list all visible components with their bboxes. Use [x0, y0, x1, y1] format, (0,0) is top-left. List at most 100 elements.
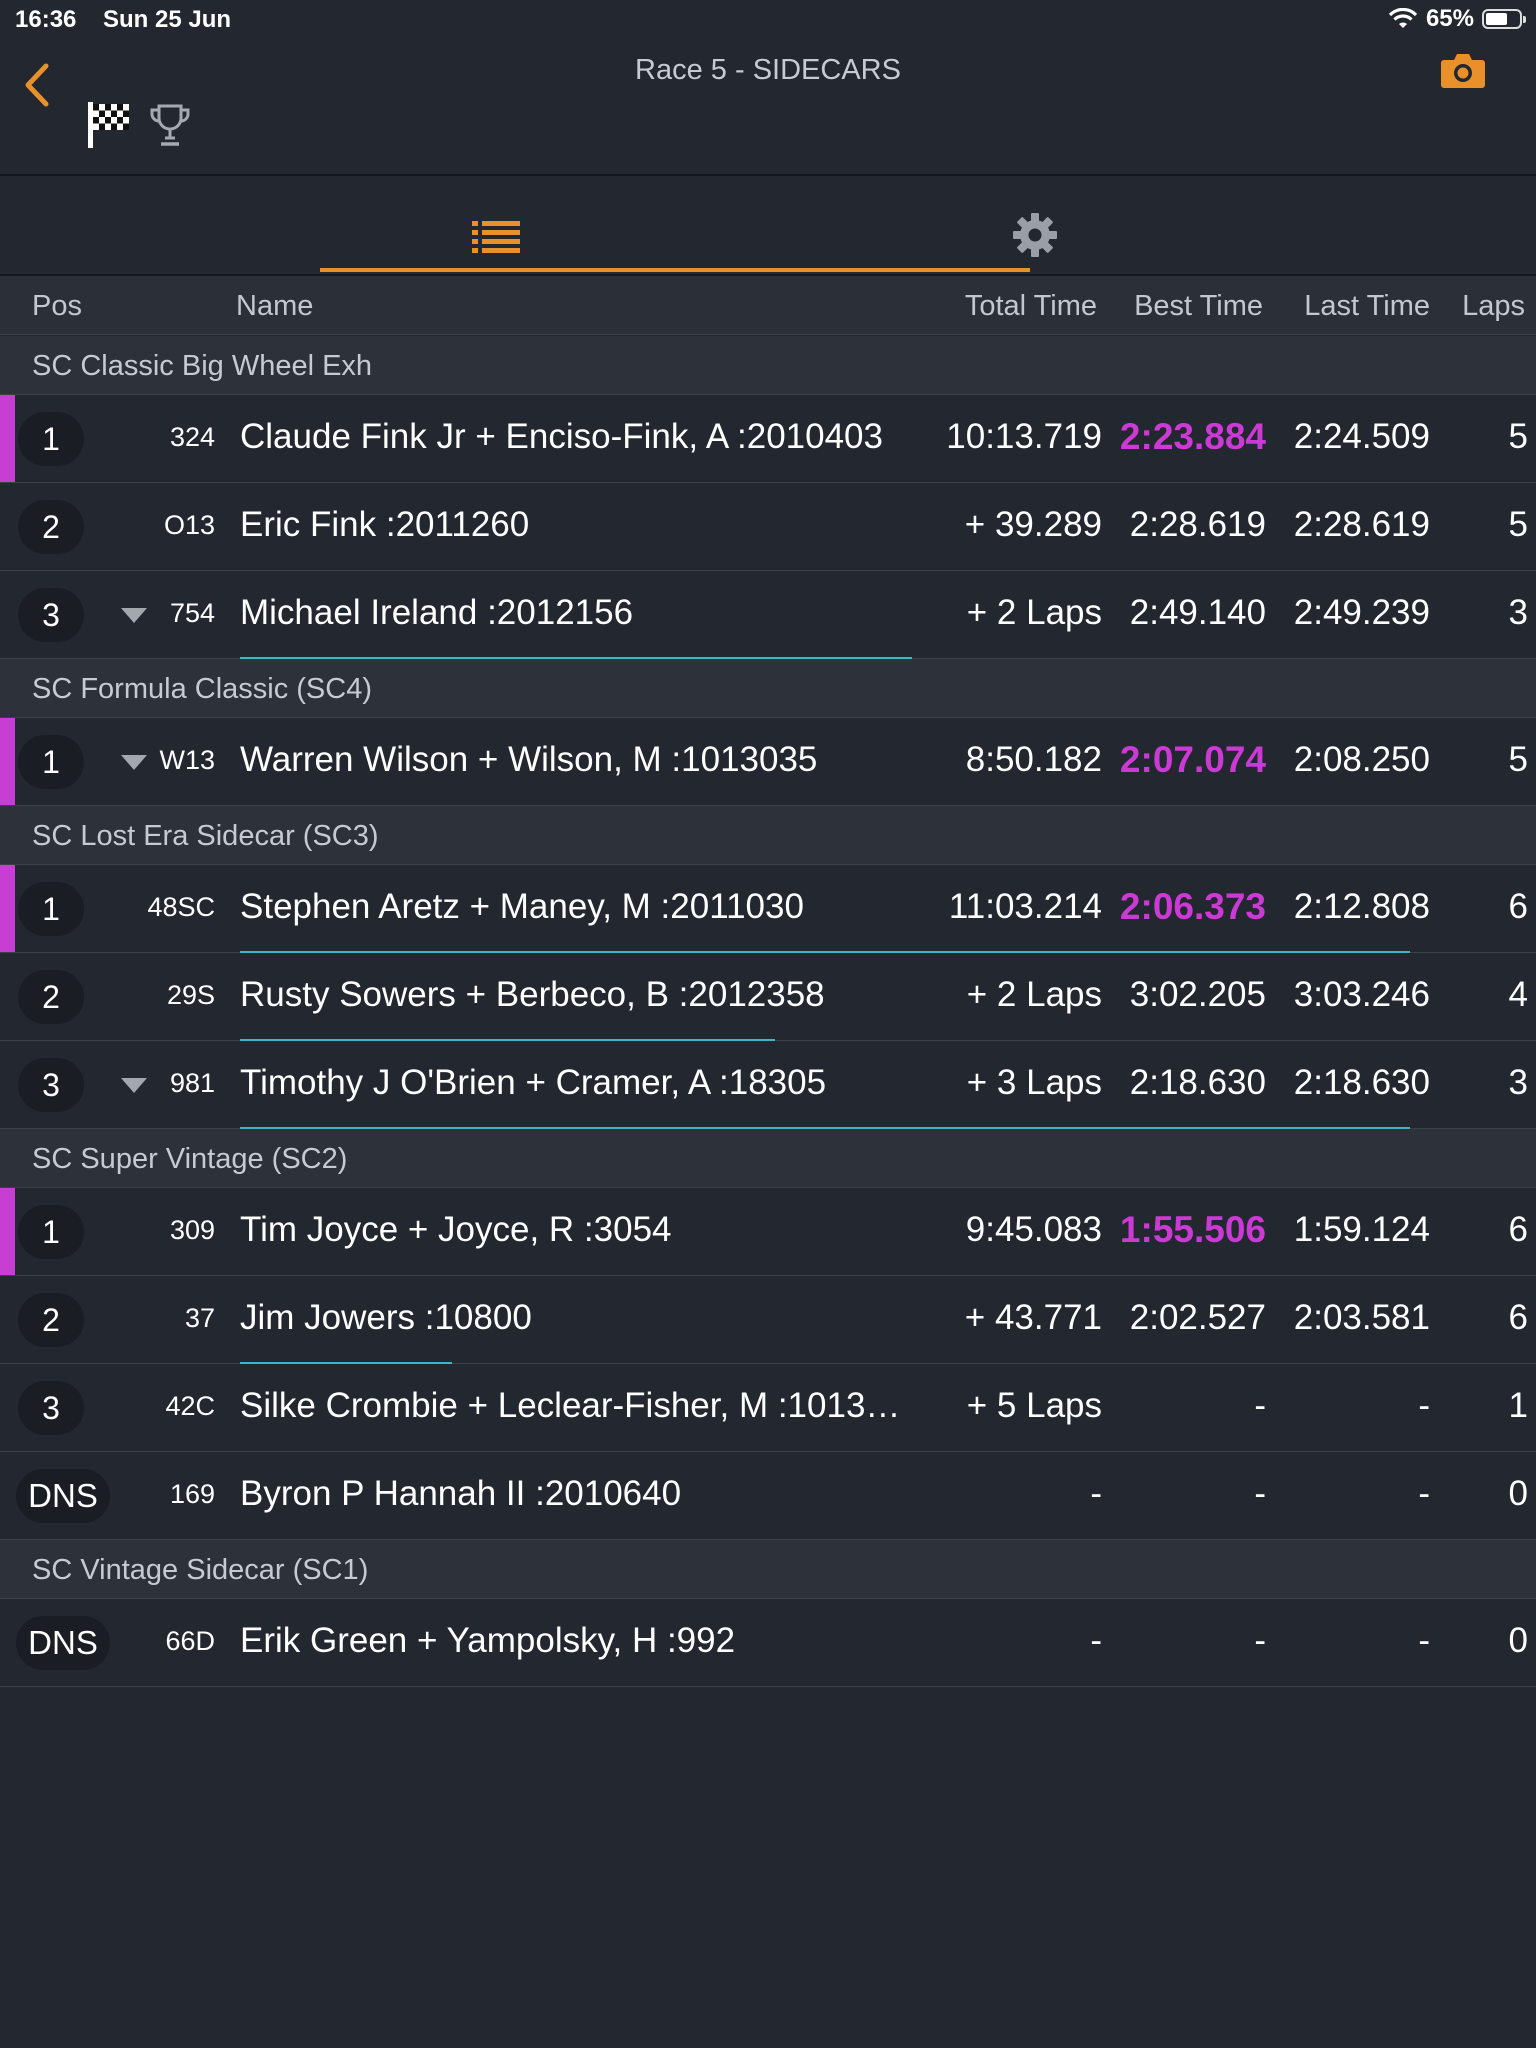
class-leader-marker — [0, 718, 15, 805]
trophy-icon[interactable] — [148, 102, 192, 148]
battery-percent: 65% — [1425, 5, 1474, 32]
position-badge: 2 — [18, 1293, 84, 1347]
lap-count: 5 — [1508, 740, 1528, 779]
class-group-title: SC Lost Era Sidecar (SC3) — [32, 820, 379, 852]
last-time: 1:59.124 — [1293, 1210, 1430, 1249]
race-number: 754 — [169, 598, 215, 628]
rider-name: Tim Joyce + Joyce, R :3054 — [240, 1210, 672, 1249]
wifi-icon — [1388, 8, 1418, 28]
total-time: + 5 Laps — [966, 1386, 1102, 1425]
position-badge: 3 — [18, 588, 84, 642]
result-row[interactable]: 1 W13 Warren Wilson + Wilson, M :1013035 8:… — [0, 718, 1536, 806]
last-time: 2:28.619 — [1293, 505, 1430, 544]
camera-icon — [1441, 54, 1485, 88]
rider-name: Jim Jowers :10800 — [240, 1298, 532, 1337]
result-row[interactable]: 3 981 Timothy J O'Brien + Cramer, A :18305… — [0, 1041, 1536, 1129]
last-time: 2:24.509 — [1293, 417, 1430, 456]
position-badge: DNS — [16, 1469, 110, 1523]
race-number: 309 — [169, 1215, 215, 1245]
lap-count: 4 — [1508, 975, 1528, 1014]
position-down-icon — [121, 755, 147, 770]
class-group-title: SC Vintage Sidecar (SC1) — [32, 1554, 369, 1586]
status-bar: 16:36 Sun 25 Jun 65% — [0, 0, 1536, 36]
status-time: 16:36 — [15, 6, 77, 33]
list-icon — [472, 221, 520, 253]
result-row[interactable]: 2 O13 Eric Fink :2011260 + 39.289 2:28.619 2:… — [0, 483, 1536, 571]
race-number: W13 — [159, 745, 215, 775]
active-tab-indicator — [320, 268, 1030, 272]
total-time: + 39.289 — [964, 505, 1102, 544]
position-down-icon — [121, 608, 147, 623]
rider-name: Stephen Aretz + Maney, M :2011030 — [240, 887, 804, 926]
column-laps[interactable]: Laps — [1462, 290, 1525, 323]
best-time: - — [1254, 1386, 1266, 1425]
best-time: 2:18.630 — [1129, 1063, 1266, 1102]
column-header-row: Pos Name Total Time Best Time Last Time … — [0, 276, 1536, 335]
rider-name: Erik Green + Yampolsky, H :992 — [240, 1621, 736, 1660]
lap-count: 1 — [1508, 1386, 1528, 1425]
position-down-icon — [121, 1078, 147, 1093]
rider-name: Claude Fink Jr + Enciso-Fink, A :2010403 — [240, 417, 883, 456]
last-time: 3:03.246 — [1293, 975, 1430, 1014]
column-pos[interactable]: Pos — [32, 290, 82, 323]
lap-count: 3 — [1508, 593, 1528, 632]
best-time: 2:23.884 — [1119, 416, 1266, 457]
lap-count: 0 — [1508, 1621, 1528, 1660]
position-badge: DNS — [16, 1616, 110, 1670]
camera-button[interactable] — [1440, 50, 1486, 90]
rider-name: Byron P Hannah II :2010640 — [240, 1474, 682, 1513]
column-last-time[interactable]: Last Time — [1304, 290, 1430, 323]
result-row[interactable]: DNS 169 Byron P Hannah II :2010640 - - - 0 — [0, 1452, 1536, 1540]
class-leader-marker — [0, 865, 15, 952]
rider-name: Warren Wilson + Wilson, M :1013035 — [240, 740, 818, 779]
race-number: 981 — [169, 1068, 215, 1098]
best-time: 2:06.373 — [1119, 886, 1266, 927]
result-row[interactable]: 3 754 Michael Ireland :2012156 + 2 Laps 2:49… — [0, 571, 1536, 659]
position-badge: 1 — [18, 1205, 84, 1259]
position-badge: 1 — [18, 735, 84, 789]
race-number: 29S — [166, 980, 215, 1010]
race-number: O13 — [163, 510, 215, 540]
column-name[interactable]: Name — [236, 290, 313, 323]
rider-name: Timothy J O'Brien + Cramer, A :18305 — [240, 1063, 827, 1102]
result-row[interactable]: DNS 66D Erik Green + Yampolsky, H :992 - - - 0 — [0, 1599, 1536, 1687]
result-row[interactable]: 2 37 Jim Jowers :10800 + 43.771 2:02.527 2:03… — [0, 1276, 1536, 1364]
position-badge: 2 — [18, 970, 84, 1024]
column-total-time[interactable]: Total Time — [965, 290, 1097, 323]
result-row[interactable]: 1 48SC Stephen Aretz + Maney, M :2011030 11… — [0, 865, 1536, 953]
last-time: 2:18.630 — [1293, 1063, 1430, 1102]
lap-count: 6 — [1508, 1210, 1528, 1249]
tab-bar — [0, 176, 1536, 276]
last-time: 2:49.239 — [1293, 593, 1430, 632]
class-group-header: SC Classic Big Wheel Exh — [0, 336, 1536, 395]
race-number: 66D — [165, 1626, 215, 1656]
position-badge: 2 — [18, 500, 84, 554]
position-badge: 1 — [18, 882, 84, 936]
result-row[interactable]: 1 309 Tim Joyce + Joyce, R :3054 9:45.083 1:… — [0, 1188, 1536, 1276]
result-row[interactable]: 3 42C Silke Crombie + Leclear-Fisher, M :1… — [0, 1364, 1536, 1452]
race-number: 48SC — [147, 892, 215, 922]
rider-name: Rusty Sowers + Berbeco, B :2012358 — [240, 975, 825, 1014]
battery-icon — [1482, 9, 1526, 29]
rider-name: Eric Fink :2011260 — [240, 505, 530, 544]
checkered-flag-icon[interactable] — [86, 100, 132, 150]
tab-settings[interactable] — [740, 176, 1330, 274]
rider-name: Silke Crombie + Leclear-Fisher, M :1013… — [240, 1386, 901, 1425]
total-time: + 43.771 — [964, 1298, 1102, 1337]
nav-header: Race 5 - SIDECARS — [0, 36, 1536, 176]
total-time: 9:45.083 — [965, 1210, 1102, 1249]
rider-name: Michael Ireland :2012156 — [240, 593, 634, 632]
result-row[interactable]: 2 29S Rusty Sowers + Berbeco, B :2012358 + … — [0, 953, 1536, 1041]
total-time: 10:13.719 — [946, 417, 1102, 456]
last-time: - — [1418, 1386, 1430, 1425]
total-time: 11:03.214 — [948, 887, 1102, 926]
result-row[interactable]: 1 324 Claude Fink Jr + Enciso-Fink, A :201… — [0, 395, 1536, 483]
status-indicators: 65% — [1388, 5, 1526, 33]
column-best-time[interactable]: Best Time — [1134, 290, 1263, 323]
class-group-header: SC Formula Classic (SC4) — [0, 659, 1536, 718]
race-number: 169 — [169, 1479, 215, 1509]
total-time: + 3 Laps — [966, 1063, 1102, 1102]
lap-count: 3 — [1508, 1063, 1528, 1102]
last-time: 2:12.808 — [1293, 887, 1430, 926]
race-number: 42C — [165, 1391, 215, 1421]
